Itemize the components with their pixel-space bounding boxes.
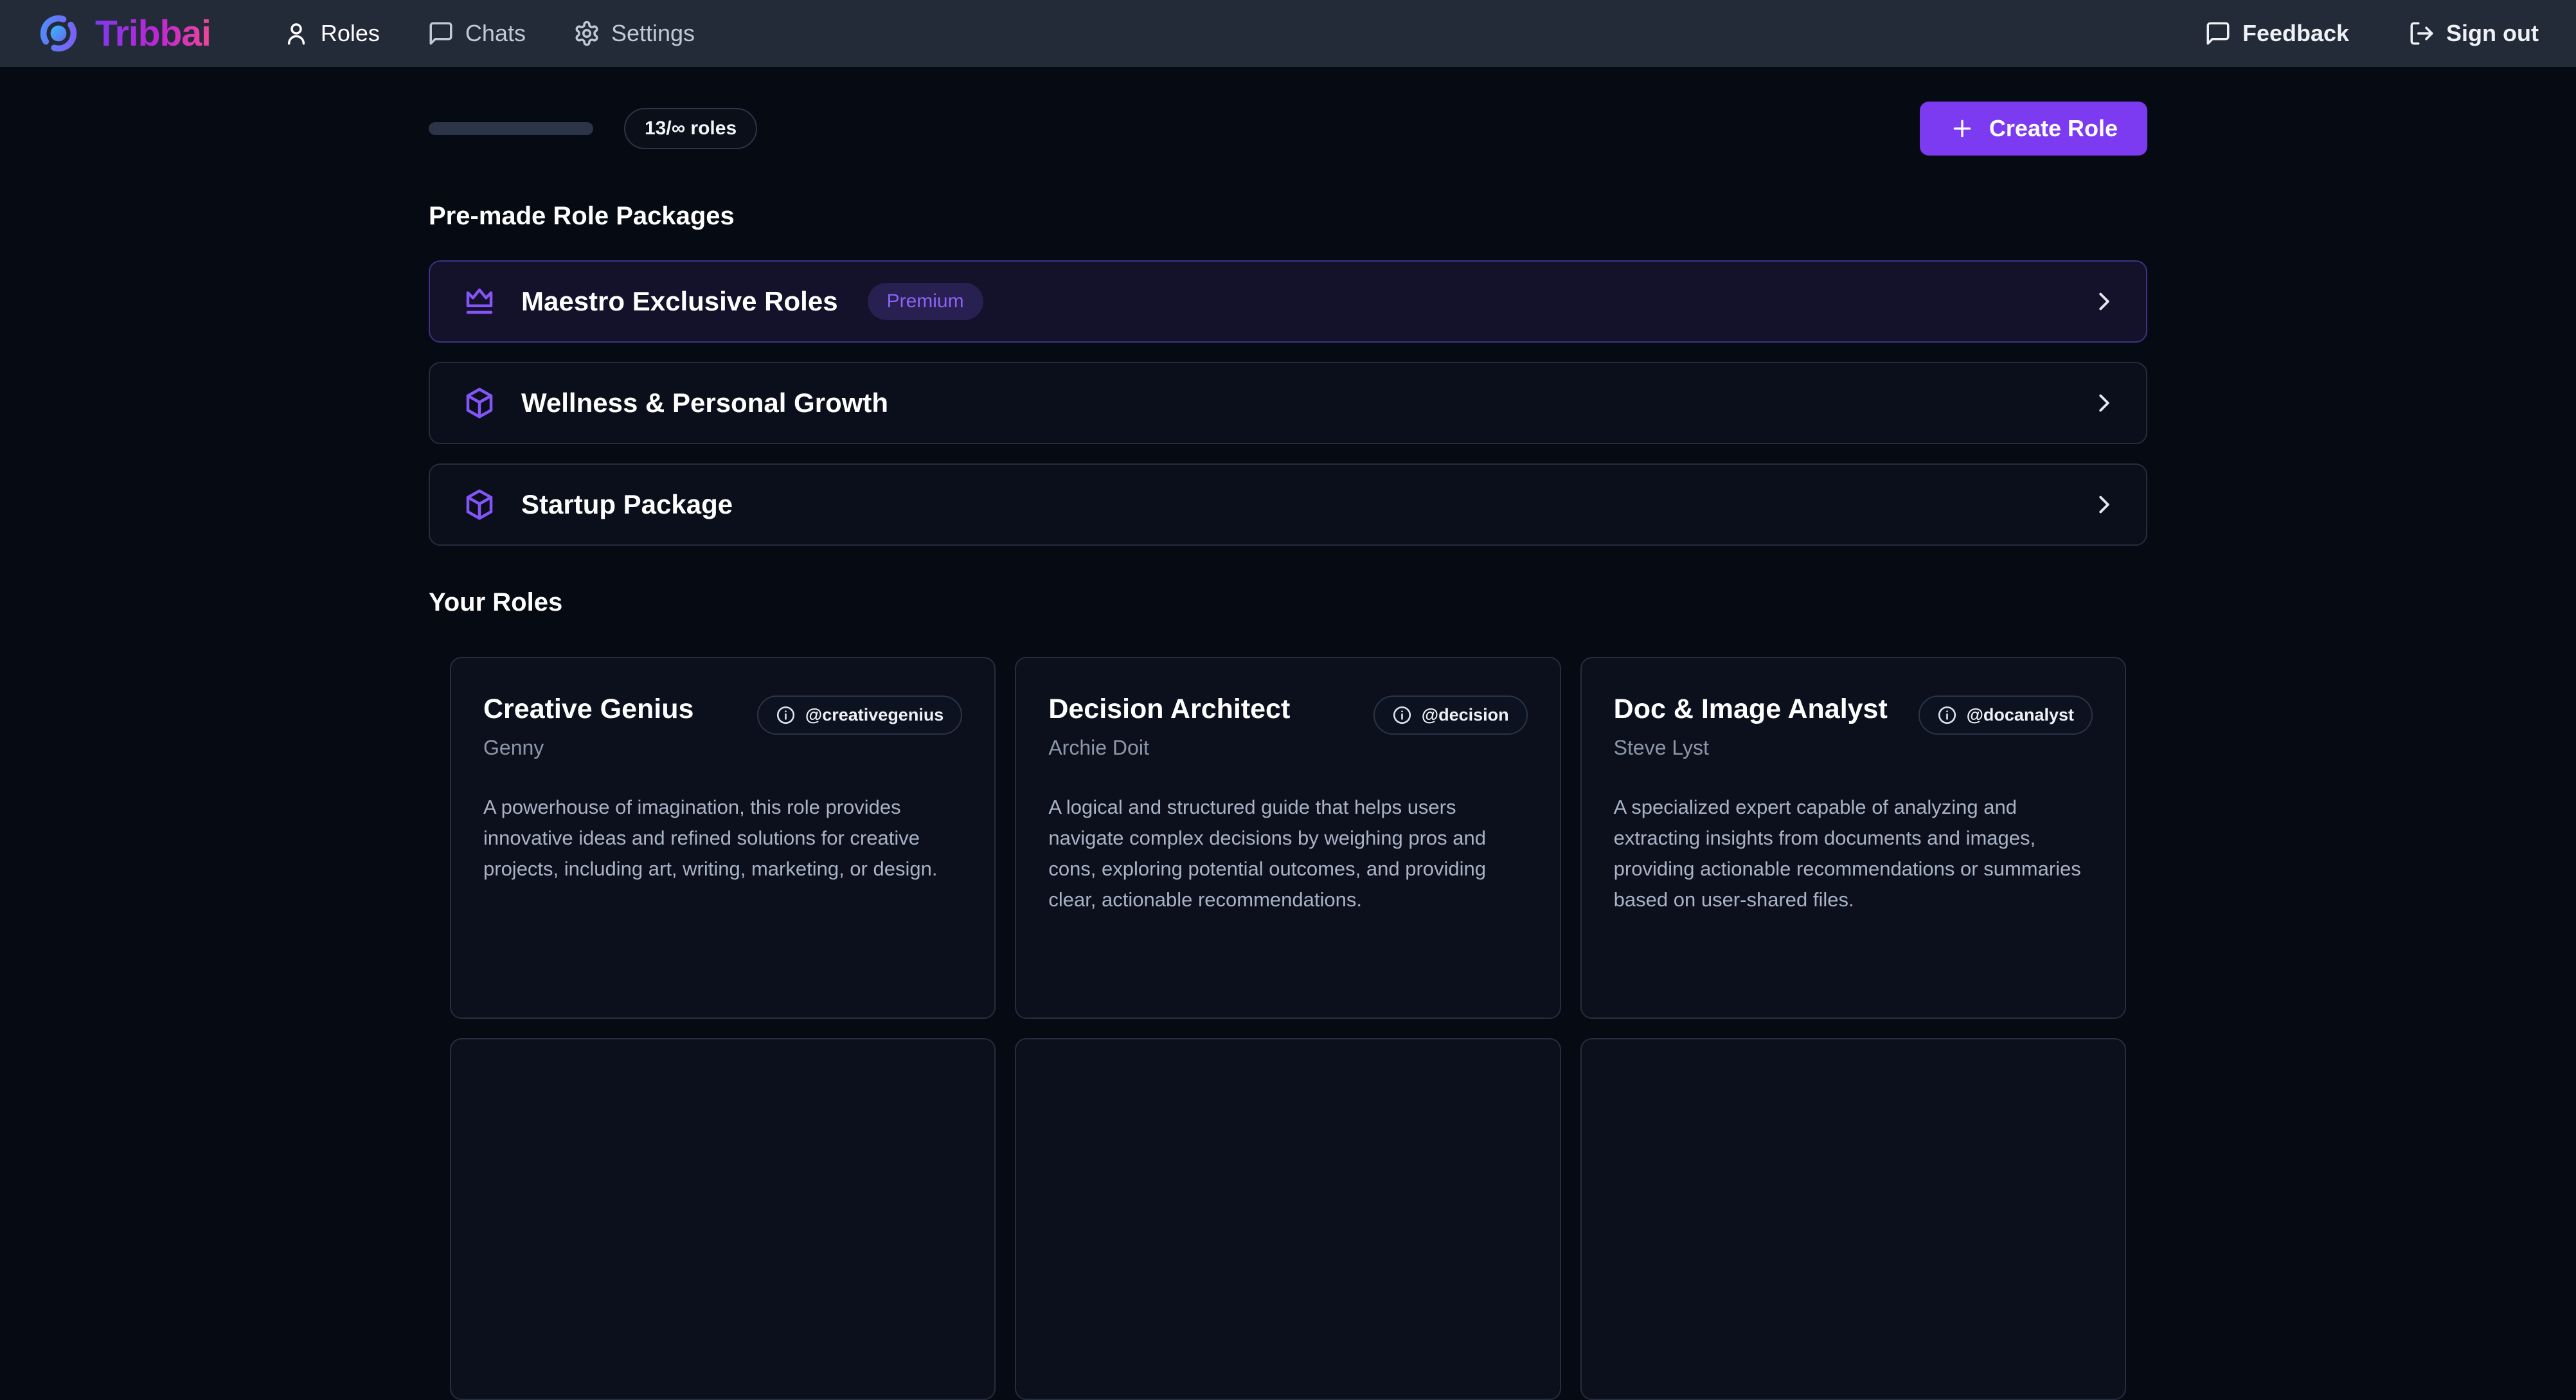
package-icon (462, 487, 497, 522)
crown-icon (462, 284, 497, 319)
package-title: Maestro Exclusive Roles (521, 286, 838, 317)
role-description: A powerhouse of imagination, this role p… (483, 792, 962, 884)
create-role-label: Create Role (1989, 115, 2118, 142)
nav-item-label: Settings (611, 20, 695, 47)
signout-label: Sign out (2446, 20, 2539, 47)
nav-item-roles[interactable]: Roles (283, 20, 380, 47)
feedback-button[interactable]: Feedback (2205, 20, 2349, 47)
package-row-maestro[interactable]: Maestro Exclusive Roles Premium (429, 260, 2147, 343)
package-row-startup[interactable]: Startup Package (429, 463, 2147, 546)
package-list: Maestro Exclusive Roles Premium Wellness… (429, 260, 2147, 546)
nav-item-chats[interactable]: Chats (427, 20, 526, 47)
main-nav: Roles Chats Settings (283, 20, 695, 47)
chevron-right-icon (2089, 490, 2119, 519)
tribbai-logo-icon (37, 12, 80, 55)
role-description: A logical and structured guide that help… (1048, 792, 1527, 915)
signout-button[interactable]: Sign out (2408, 20, 2539, 47)
package-title: Startup Package (521, 489, 733, 520)
role-subtitle: Genny (483, 736, 693, 760)
create-role-button[interactable]: Create Role (1920, 102, 2147, 156)
plus-icon (1949, 116, 1975, 141)
premade-section-title: Pre-made Role Packages (429, 202, 2147, 231)
role-title: Doc & Image Analyst (1614, 694, 1888, 724)
role-handle-badge[interactable]: @creativegenius (757, 696, 962, 735)
chevron-right-icon (2089, 287, 2119, 316)
info-icon (776, 705, 796, 725)
role-handle-badge[interactable]: @docanalyst (1919, 696, 2093, 735)
feedback-chat-icon (2205, 20, 2232, 47)
nav-item-label: Chats (465, 20, 526, 47)
role-card[interactable] (1015, 1038, 1561, 1400)
gear-icon (573, 20, 600, 47)
main-content: 13/∞ roles Create Role Pre-made Role Pac… (429, 102, 2147, 1400)
roles-progress-bar (429, 122, 593, 135)
role-title: Creative Genius (483, 694, 693, 724)
chevron-right-icon (2089, 388, 2119, 418)
role-card[interactable] (1580, 1038, 2126, 1400)
role-card-doc-image-analyst[interactable]: Doc & Image Analyst Steve Lyst @docanaly… (1580, 657, 2126, 1019)
role-handle: @creativegenius (805, 705, 944, 725)
your-roles-section-title: Your Roles (429, 588, 2147, 617)
role-subtitle: Archie Doit (1048, 736, 1290, 760)
package-title: Wellness & Personal Growth (521, 388, 888, 418)
logout-icon (2408, 20, 2435, 47)
info-icon (1937, 705, 1957, 725)
package-icon (462, 386, 497, 420)
role-handle-badge[interactable]: @decision (1373, 696, 1528, 735)
role-title: Decision Architect (1048, 694, 1290, 724)
roles-toolbar: 13/∞ roles Create Role (429, 102, 2147, 156)
roles-grid: Creative Genius Genny @creativegenius A … (429, 657, 2147, 1019)
role-card-decision-architect[interactable]: Decision Architect Archie Doit @decision… (1015, 657, 1561, 1019)
role-subtitle: Steve Lyst (1614, 736, 1888, 760)
brand-name: Tribbai (95, 12, 211, 55)
roles-grid-row-2 (429, 1038, 2147, 1400)
premium-badge: Premium (868, 283, 983, 320)
brand-logo[interactable]: Tribbai (37, 12, 211, 55)
nav-item-label: Roles (321, 20, 380, 47)
info-icon (1392, 705, 1412, 725)
role-card[interactable] (450, 1038, 996, 1400)
nav-item-settings[interactable]: Settings (573, 20, 695, 47)
role-description: A specialized expert capable of analyzin… (1614, 792, 2093, 915)
roles-count-badge: 13/∞ roles (624, 108, 757, 149)
role-handle: @docanalyst (1967, 705, 2074, 725)
chat-bubble-icon (427, 20, 454, 47)
role-card-creative-genius[interactable]: Creative Genius Genny @creativegenius A … (450, 657, 996, 1019)
person-icon (283, 20, 310, 47)
package-row-wellness[interactable]: Wellness & Personal Growth (429, 362, 2147, 444)
top-navbar: Tribbai Roles Chats Settings Feedback Si… (0, 0, 2576, 67)
feedback-label: Feedback (2242, 20, 2349, 47)
role-handle: @decision (1422, 705, 1509, 725)
